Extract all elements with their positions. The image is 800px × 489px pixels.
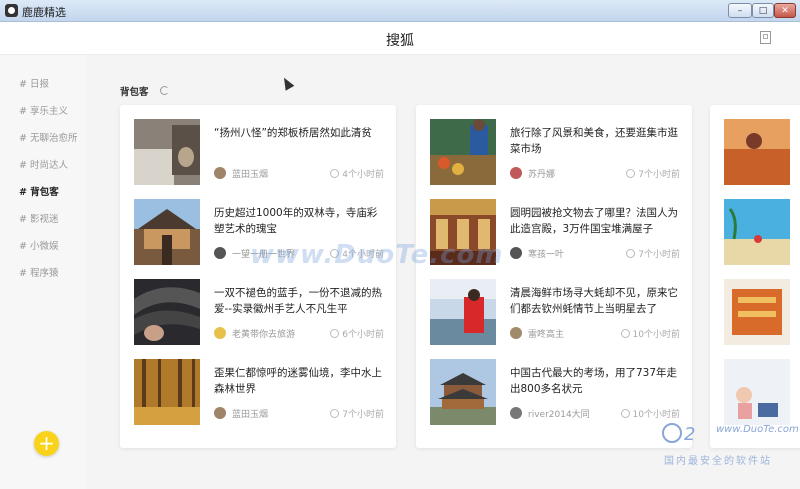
article-title: 中国古代最大的考场，用了737年走出800多名状元 bbox=[510, 367, 678, 395]
article-author: 蓝田玉烟 bbox=[214, 167, 268, 180]
article-time: 7个小时前 bbox=[330, 407, 384, 420]
sidebar-item-backpacker[interactable]: # 背包客 bbox=[19, 184, 59, 198]
article-thumbnail bbox=[134, 279, 200, 345]
author-avatar bbox=[510, 327, 522, 339]
author-avatar bbox=[510, 247, 522, 259]
article-time: 6个小时前 bbox=[330, 327, 384, 340]
article-card: 旅行除了风景和美食，还要逛集市逛菜市场 苏丹娜 7个小时前 圆明园被抢文物去了哪… bbox=[416, 105, 692, 448]
clock-icon bbox=[620, 409, 630, 418]
app-logo-icon bbox=[5, 4, 18, 17]
article-item[interactable]: 歪果仁都惊呼的迷雾仙境，李中水上森林世界 蓝田玉烟 7个小时前 bbox=[134, 359, 384, 427]
sidebar-item-fashion[interactable]: # 时尚达人 bbox=[19, 157, 68, 171]
clock-icon bbox=[620, 329, 630, 338]
article-thumbnail bbox=[430, 359, 496, 425]
sidebar-item-programmer[interactable]: # 程序猿 bbox=[19, 265, 58, 279]
author-avatar bbox=[510, 167, 522, 179]
author-avatar bbox=[214, 167, 226, 179]
minimize-button[interactable]: – bbox=[728, 3, 752, 18]
bookmark-icon[interactable] bbox=[760, 31, 771, 44]
article-thumbnail bbox=[134, 359, 200, 425]
article-card: “扬州八怪”的郑板桥居然如此清贫 蓝田玉烟 4个小时前 历史超过1000年的双林… bbox=[120, 105, 396, 448]
sidebar-item-hedonism[interactable]: # 享乐主义 bbox=[19, 103, 68, 117]
article-thumbnail[interactable] bbox=[724, 199, 790, 265]
mouse-cursor-icon bbox=[279, 75, 295, 91]
refresh-icon[interactable] bbox=[160, 86, 169, 95]
article-item[interactable]: 旅行除了风景和美食，还要逛集市逛菜市场 苏丹娜 7个小时前 bbox=[430, 119, 680, 187]
article-time: 7个小时前 bbox=[626, 167, 680, 180]
author-avatar bbox=[510, 407, 522, 419]
article-author: 老黄带你去旅游 bbox=[214, 327, 295, 340]
clock-icon bbox=[330, 329, 340, 338]
article-thumbnail bbox=[134, 119, 200, 185]
author-avatar bbox=[214, 407, 226, 419]
sidebar-item-movies[interactable]: # 影视迷 bbox=[19, 211, 58, 225]
article-thumbnail bbox=[134, 199, 200, 265]
article-author: 苏丹娜 bbox=[510, 167, 555, 180]
article-title: “扬州八怪”的郑板桥居然如此清贫 bbox=[214, 127, 372, 139]
section-title: 背包客 bbox=[120, 87, 149, 98]
sidebar-item-healing[interactable]: # 无聊治愈所 bbox=[19, 130, 77, 144]
window-title: 鹿鹿精选 bbox=[22, 6, 66, 19]
article-title: 圆明园被抢文物去了哪里？法国人为此造宫殿，3万件国宝堆满屋子 bbox=[510, 207, 678, 235]
maximize-button[interactable]: □ bbox=[752, 3, 774, 18]
article-author: 蓝田玉烟 bbox=[214, 407, 268, 420]
clock-icon bbox=[626, 249, 636, 258]
sidebar: # 日报 # 享乐主义 # 无聊治愈所 # 时尚达人 # 背包客 # 影视迷 #… bbox=[0, 55, 86, 489]
watermark-text: 国内最安全的软件站 bbox=[664, 456, 772, 467]
watermark-center: www.DuoTe.com bbox=[250, 240, 504, 270]
article-thumbnail[interactable] bbox=[724, 279, 790, 345]
window-titlebar: 鹿鹿精选 – □ ✕ bbox=[0, 0, 800, 22]
app-header: 搜狐 bbox=[0, 22, 800, 55]
article-item[interactable]: 中国古代最大的考场，用了737年走出800多名状元 river2014大同 10… bbox=[430, 359, 680, 427]
clock-icon bbox=[330, 169, 340, 178]
article-item[interactable]: “扬州八怪”的郑板桥居然如此清贫 蓝田玉烟 4个小时前 bbox=[134, 119, 384, 187]
article-time: 10个小时前 bbox=[620, 327, 680, 340]
article-item[interactable]: 清晨海鲜市场寻大蚝却不见，原来它们都去钦州蚝情节上当明星去了 雷咚高主 10个小… bbox=[430, 279, 680, 347]
svg-text:2: 2 bbox=[684, 424, 695, 445]
article-card bbox=[710, 105, 800, 448]
article-title: 一双不褪色的蓝手，一份不退减的热爱--实录徽州手艺人不凡生平 bbox=[214, 287, 382, 315]
author-avatar bbox=[214, 247, 226, 259]
article-time: 4个小时前 bbox=[330, 167, 384, 180]
clock-icon bbox=[626, 169, 636, 178]
article-author: 雷咚高主 bbox=[510, 327, 564, 340]
article-thumbnail bbox=[430, 279, 496, 345]
article-item[interactable]: 一双不褪色的蓝手，一份不退减的热爱--实录徽州手艺人不凡生平 老黄带你去旅游 6… bbox=[134, 279, 384, 347]
article-author: river2014大同 bbox=[510, 407, 590, 420]
article-thumbnail bbox=[430, 119, 496, 185]
add-button[interactable]: + bbox=[34, 431, 59, 456]
article-time: 7个小时前 bbox=[626, 247, 680, 260]
article-title: 历史超过1000年的双林寺，寺庙彩塑艺术的瑰宝 bbox=[214, 207, 378, 235]
close-button[interactable]: ✕ bbox=[774, 3, 796, 18]
sidebar-item-entertainment[interactable]: # 小微娱 bbox=[19, 238, 58, 252]
page-title: 搜狐 bbox=[386, 33, 414, 49]
article-title: 清晨海鲜市场寻大蚝却不见，原来它们都去钦州蚝情节上当明星去了 bbox=[510, 287, 678, 315]
article-thumbnail[interactable] bbox=[724, 119, 790, 185]
watermark-site: www.DuoTe.com bbox=[716, 424, 799, 435]
clock-icon bbox=[330, 409, 340, 418]
article-thumbnail[interactable] bbox=[724, 359, 790, 425]
article-title: 歪果仁都惊呼的迷雾仙境，李中水上森林世界 bbox=[214, 367, 382, 395]
article-title: 旅行除了风景和美食，还要逛集市逛菜市场 bbox=[510, 127, 678, 155]
article-author: 寒孩一叶 bbox=[510, 247, 564, 260]
sidebar-item-daily[interactable]: # 日报 bbox=[19, 76, 49, 90]
author-avatar bbox=[214, 327, 226, 339]
